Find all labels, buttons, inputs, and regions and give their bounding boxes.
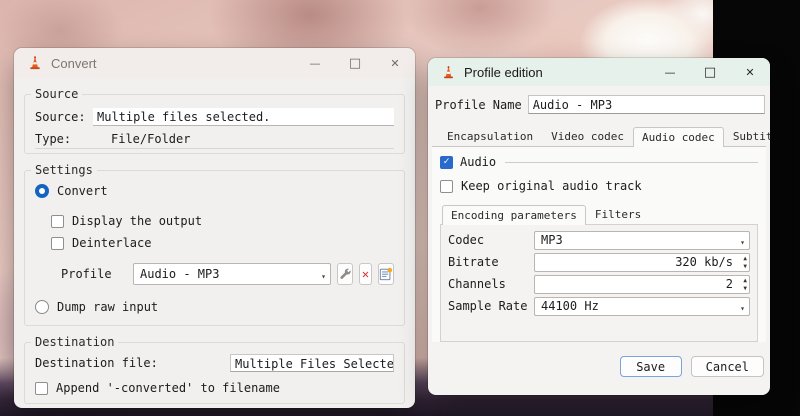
settings-group-label: Settings xyxy=(31,163,97,177)
profile-label: Profile xyxy=(61,267,112,281)
bitrate-value: 320 kb/s xyxy=(675,254,733,269)
destination-group-label: Destination xyxy=(31,335,119,349)
spin-up-icon[interactable]: ▲ xyxy=(743,277,747,285)
dump-raw-input-radio[interactable]: Dump raw input xyxy=(35,299,394,315)
bitrate-spinner[interactable]: 320 kb/s ▲ ▼ xyxy=(534,252,750,272)
edit-profile-button[interactable] xyxy=(337,263,353,285)
sample-rate-label: Sample Rate xyxy=(448,299,528,313)
checkbox-unchecked-icon xyxy=(51,214,64,228)
tab-video-codec[interactable]: Video codec xyxy=(542,126,633,146)
source-group: Source Source: Multiple files selected. … xyxy=(24,87,405,154)
convert-radio-label: Convert xyxy=(57,184,108,198)
maximize-icon[interactable]: □ xyxy=(335,48,375,78)
wrench-icon xyxy=(340,268,351,279)
convert-radio[interactable]: Convert xyxy=(35,183,394,199)
profile-window-title: Profile edition xyxy=(464,64,543,80)
new-profile-button[interactable] xyxy=(378,263,394,285)
vlc-cone-icon xyxy=(30,56,40,70)
convert-window: Convert — □ ✕ Source Source: Multiple fi… xyxy=(14,48,415,408)
deinterlace-checkbox[interactable]: Deinterlace xyxy=(51,235,394,251)
sample-rate-select[interactable]: 44100 Hz ▾ xyxy=(534,296,750,316)
append-converted-label: Append '-converted' to filename xyxy=(56,381,280,395)
checkbox-checked-icon: ✓ xyxy=(440,155,453,169)
dump-raw-input-label: Dump raw input xyxy=(57,300,159,314)
minimize-icon[interactable]: — xyxy=(650,58,690,86)
audio-checkbox[interactable]: ✓ Audio xyxy=(440,155,758,169)
spin-down-icon[interactable]: ▼ xyxy=(743,263,747,271)
vlc-cone-icon xyxy=(444,65,453,78)
profile-select-value: Audio - MP3 xyxy=(140,267,220,281)
keep-original-audio-checkbox[interactable]: Keep original audio track xyxy=(440,178,758,194)
dropdown-arrow-icon: ▾ xyxy=(740,303,745,313)
spin-down-icon[interactable]: ▼ xyxy=(743,285,747,293)
type-label: Type: xyxy=(35,131,72,146)
profile-select[interactable]: Audio - MP3 ▾ xyxy=(133,263,331,285)
audio-codec-pane: ✓ Audio Keep original audio track Encodi… xyxy=(432,146,766,342)
audio-checkbox-label: Audio xyxy=(460,155,497,169)
profile-name-input[interactable] xyxy=(527,95,765,114)
new-profile-icon xyxy=(379,267,393,281)
codec-label: Codec xyxy=(448,233,485,247)
maximize-icon[interactable]: □ xyxy=(690,58,730,86)
checkbox-unchecked-icon xyxy=(440,179,453,193)
divider xyxy=(505,161,758,163)
convert-titlebar: Convert — □ ✕ xyxy=(14,48,415,78)
close-icon[interactable]: ✕ xyxy=(730,58,770,86)
dropdown-arrow-icon: ▾ xyxy=(321,272,326,281)
profile-titlebar: Profile edition — □ ✕ xyxy=(428,58,770,86)
convert-window-title: Convert xyxy=(51,55,97,71)
destination-file-label: Destination file: xyxy=(35,356,158,370)
destination-group: Destination Destination file: Multiple F… xyxy=(24,335,405,404)
tab-subtitles[interactable]: Subtitles xyxy=(724,126,770,146)
settings-group: Settings Convert Display the output Dein… xyxy=(24,163,405,326)
dropdown-arrow-icon: ▾ xyxy=(740,237,745,247)
source-label: Source: xyxy=(35,110,86,124)
cancel-button[interactable]: Cancel xyxy=(690,356,764,377)
minimize-icon[interactable]: — xyxy=(295,48,335,78)
spin-up-icon[interactable]: ▲ xyxy=(743,255,747,263)
encoding-subtabs: Encoding parameters Filters xyxy=(442,204,758,225)
destination-file-field[interactable]: Multiple Files Selected. xyxy=(230,354,394,372)
profile-name-label: Profile Name xyxy=(435,97,522,112)
channels-spinner[interactable]: 2 ▲ ▼ xyxy=(534,274,750,294)
profile-edition-window: Profile edition — □ ✕ Profile Name Encap… xyxy=(428,58,770,395)
delete-x-icon: ✕ xyxy=(361,267,370,281)
display-output-label: Display the output xyxy=(72,214,203,228)
tab-audio-codec[interactable]: Audio codec xyxy=(632,127,724,147)
radio-unselected-icon xyxy=(35,300,49,314)
source-field[interactable]: Multiple files selected. xyxy=(93,108,394,126)
encoding-parameters-pane: Codec MP3 ▾ Bitrate 320 kb/s ▲ ▼ Channel… xyxy=(440,224,758,342)
deinterlace-label: Deinterlace xyxy=(72,236,152,250)
append-converted-checkbox[interactable]: Append '-converted' to filename xyxy=(35,379,394,397)
checkbox-unchecked-icon xyxy=(51,236,64,250)
close-icon[interactable]: ✕ xyxy=(375,48,415,78)
subtab-encoding-parameters[interactable]: Encoding parameters xyxy=(442,205,586,225)
source-group-label: Source xyxy=(31,87,83,101)
profile-tabs: Encapsulation Video codec Audio codec Su… xyxy=(438,126,770,147)
delete-profile-button[interactable]: ✕ xyxy=(359,263,372,285)
save-button[interactable]: Save xyxy=(619,356,682,377)
keep-original-audio-label: Keep original audio track xyxy=(461,179,642,193)
codec-select[interactable]: MP3 ▾ xyxy=(534,230,750,250)
radio-selected-icon xyxy=(35,184,49,198)
subtab-filters[interactable]: Filters xyxy=(586,204,650,224)
channels-label: Channels xyxy=(448,277,506,291)
sample-rate-value: 44100 Hz xyxy=(541,298,599,313)
type-value: File/Folder xyxy=(111,131,191,146)
display-output-checkbox[interactable]: Display the output xyxy=(51,213,394,229)
checkbox-unchecked-icon xyxy=(35,381,48,395)
channels-value: 2 xyxy=(725,276,733,291)
bitrate-label: Bitrate xyxy=(448,255,499,269)
codec-select-value: MP3 xyxy=(541,232,563,247)
tab-encapsulation[interactable]: Encapsulation xyxy=(438,126,542,146)
